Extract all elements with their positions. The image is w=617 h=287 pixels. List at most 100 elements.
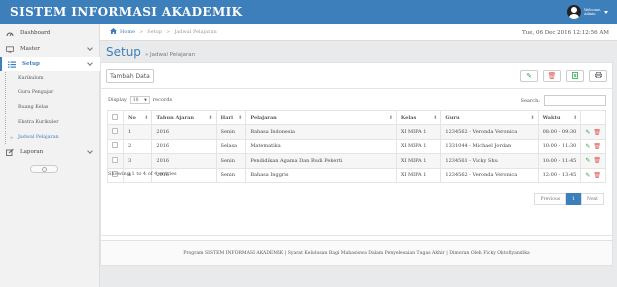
next-page-button[interactable]: Next: [581, 193, 604, 205]
datetime: Tue, 06 Dec 2016 12:12:56 AM: [521, 30, 609, 36]
previous-page-button[interactable]: Previous: [534, 193, 567, 205]
header-label: Pelajaran: [250, 114, 277, 121]
breadcrumb: Home > Setup > Jadwal Pelajaran Tue, 06 …: [100, 24, 617, 41]
divider: [101, 235, 612, 236]
cell-tahun-ajaran: 2016: [151, 124, 217, 140]
row-select-cell[interactable]: [107, 138, 124, 155]
sidebar-item-laporan[interactable]: Laporan: [0, 145, 100, 159]
user-name: Admin: [584, 12, 596, 16]
print-icon: [594, 72, 602, 80]
breadcrumb-setup[interactable]: Setup: [147, 29, 162, 35]
sidebar-item-setup[interactable]: Setup: [0, 57, 100, 71]
table-info: Showing 1 to 4 of 4 entries: [108, 171, 177, 177]
sidebar-item-master[interactable]: Master: [0, 42, 100, 56]
chevron-down-icon: [87, 60, 93, 66]
column-header-tahun-ajaran[interactable]: Tahun Ajaran ⬍: [151, 109, 217, 126]
cell-pelajaran: Bahasa Inggris: [245, 167, 397, 183]
sidebar-subitem-ruang-kelas[interactable]: Ruang Kelas: [5, 101, 105, 114]
sort-icon: ⬍: [433, 115, 438, 121]
schedule-table: No ⬍ Tahun Ajaran ⬍ Hari ⬍ Pelajaran ⬍ Kelas…: [107, 109, 606, 183]
sidebar-subitem-label: Guru Pengajar: [18, 90, 54, 95]
cell-hari: Senin: [215, 167, 247, 183]
column-header-pelajaran[interactable]: Pelajaran ⬍: [245, 109, 397, 126]
sort-icon: ⬍: [238, 115, 243, 121]
cell-actions: ✎ 🗑: [580, 153, 606, 169]
cell-no: 2: [122, 138, 153, 155]
table-row: 4 2016 Senin Bahasa Inggris XI MIPA 1 12…: [107, 167, 606, 183]
list-icon: [8, 61, 16, 68]
export-tool-button[interactable]: [566, 70, 584, 82]
cell-waktu: 10:00 - 11:45: [537, 153, 582, 169]
pencil-icon: ✎: [526, 72, 532, 80]
print-tool-button[interactable]: [589, 70, 607, 82]
row-select-cell[interactable]: [107, 124, 124, 140]
table-row: 3 2016 Senin Pendidikan Agama Dan Budi P…: [107, 153, 606, 169]
sidebar-item-label: Dashboard: [20, 30, 51, 36]
checkbox[interactable]: [112, 128, 118, 135]
sidebar-subitem-label: Ekstra Kurikuler: [18, 120, 59, 125]
trash-icon[interactable]: 🗑: [593, 157, 601, 164]
trash-icon[interactable]: 🗑: [593, 129, 601, 136]
column-header-actions: [580, 109, 606, 126]
sidebar-subitem-guru-pengajar[interactable]: Guru Pengajar: [5, 86, 105, 99]
sidebar-subitem-label: Ruang Kelas: [18, 105, 49, 110]
cell-guru: 1331044 - Michael Jordan: [440, 138, 539, 155]
user-avatar-icon: [567, 5, 581, 19]
excel-icon: [572, 71, 578, 81]
select-all-header[interactable]: [107, 109, 124, 126]
search-input[interactable]: [544, 95, 606, 106]
cell-waktu: 08:00 - 09:30: [537, 124, 582, 140]
row-select-cell[interactable]: [107, 153, 124, 169]
breadcrumb-home[interactable]: Home: [120, 29, 135, 35]
cell-pelajaran: Bahasa Indonesia: [245, 124, 397, 140]
add-data-button[interactable]: Tambah Data: [106, 69, 154, 83]
breadcrumb-separator: >: [139, 29, 144, 35]
edit-icon[interactable]: ✎: [585, 172, 590, 179]
sidebar-item-dashboard[interactable]: Dashboard: [0, 26, 100, 40]
cell-waktu: 12:00 - 13:45: [537, 167, 582, 183]
cell-waktu: 10:00 - 11:30: [537, 138, 582, 155]
cell-no: 1: [122, 124, 153, 140]
cell-hari: Senin: [215, 124, 247, 140]
column-header-guru[interactable]: Guru ⬍: [440, 109, 539, 126]
sidebar-collapse-button[interactable]: [30, 165, 58, 173]
delete-tool-button[interactable]: 🗑: [543, 70, 561, 82]
records-per-page-value: 10: [132, 97, 139, 103]
display-records-control: Display 10 ▼ records: [108, 96, 172, 104]
column-header-kelas[interactable]: Kelas ⬍: [395, 109, 442, 126]
sidebar-subitem-kurikulum[interactable]: Kurikulum: [5, 72, 105, 85]
checkbox[interactable]: [112, 142, 118, 149]
header-label: Hari: [220, 114, 234, 121]
edit-icon[interactable]: ✎: [585, 129, 590, 136]
trash-icon[interactable]: 🗑: [593, 143, 601, 150]
cell-kelas: XI MIPA 1: [395, 138, 442, 155]
column-header-waktu[interactable]: Waktu ⬍: [537, 109, 582, 126]
edit-tool-button[interactable]: ✎: [520, 70, 538, 82]
checkbox[interactable]: [112, 156, 118, 163]
page-1-button[interactable]: 1: [566, 193, 582, 205]
cell-hari: Senin: [215, 153, 247, 169]
app-brand[interactable]: SISTEM INFORMASI AKADEMIK: [0, 0, 242, 24]
column-header-hari[interactable]: Hari ⬍: [215, 109, 247, 126]
edit-icon[interactable]: ✎: [585, 143, 590, 150]
cell-pelajaran: Matematika: [245, 138, 397, 155]
table-row: 1 2016 Senin Bahasa Indonesia XI MIPA 1 …: [107, 124, 606, 140]
sidebar-subitem-ekstra-kurikuler[interactable]: Ekstra Kurikuler: [5, 116, 105, 129]
cell-kelas: XI MIPA 1: [395, 167, 442, 183]
trash-icon[interactable]: 🗑: [593, 172, 601, 179]
header-label: Kelas: [400, 114, 417, 121]
edit-icon[interactable]: ✎: [585, 157, 590, 164]
records-per-page-select[interactable]: 10 ▼: [129, 96, 150, 104]
header-label: Waktu: [542, 114, 561, 121]
header-label: Guru: [445, 114, 460, 121]
cell-actions: ✎ 🗑: [580, 167, 606, 183]
header-label: Tahun Ajaran: [156, 114, 194, 121]
user-menu[interactable]: Welcome, Admin: [567, 3, 613, 21]
breadcrumb-separator: >: [166, 29, 171, 35]
cell-hari: Selasa: [215, 138, 247, 155]
sidebar-subitem-jadwal-pelajaran[interactable]: Jadwal Pelajaran: [5, 131, 105, 144]
pagination: Previous 1 Next: [534, 193, 604, 205]
column-header-no[interactable]: No ⬍: [122, 109, 153, 126]
sort-icon: ⬍: [144, 115, 149, 121]
checkbox[interactable]: [112, 113, 118, 120]
